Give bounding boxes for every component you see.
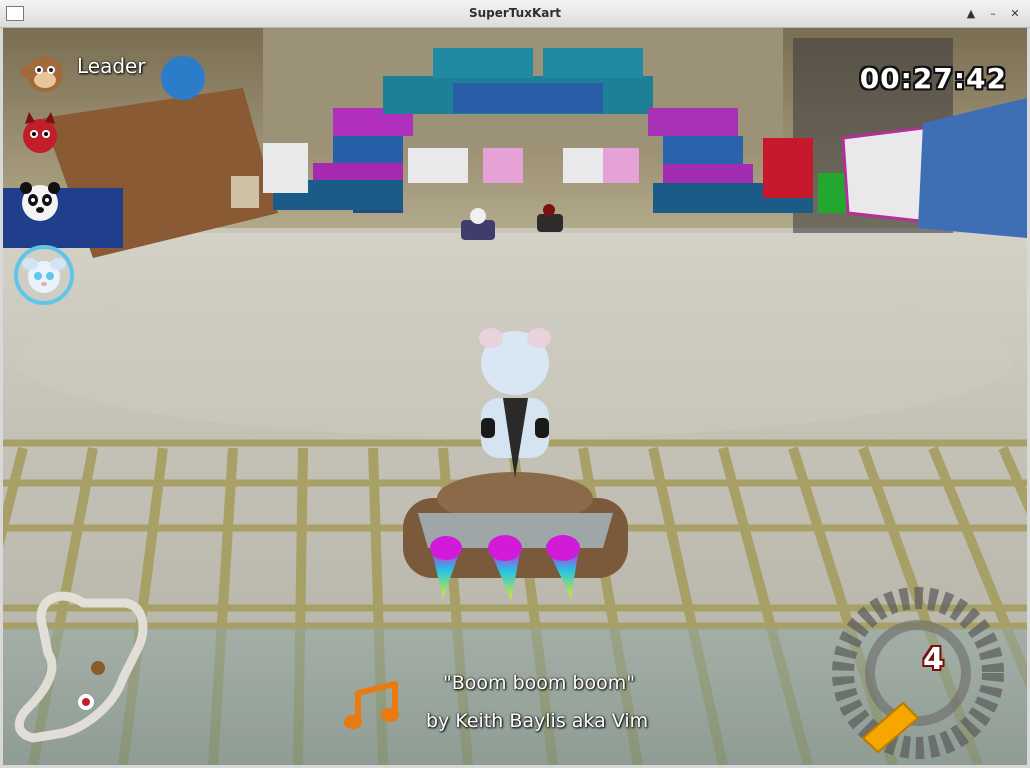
- race-scene: [3, 28, 1027, 765]
- box-label: [231, 176, 259, 208]
- speedometer-value: 4: [923, 642, 944, 677]
- minimize-icon[interactable]: –: [986, 7, 1000, 21]
- song-artist: by Keith Baylis aka Vim: [426, 710, 649, 732]
- player-avatar-icon: [14, 245, 74, 305]
- race-timer: 00:27:42: [859, 62, 1007, 95]
- devil-icon: [23, 112, 57, 153]
- left-globe: [161, 56, 205, 100]
- up-arrow-icon[interactable]: ▲: [964, 7, 978, 21]
- close-icon[interactable]: ✕: [1008, 7, 1022, 21]
- leader-label: Leader: [77, 54, 146, 78]
- window-title: SuperTuxKart: [468, 6, 562, 20]
- song-title: "Boom boom boom": [443, 672, 635, 694]
- game-viewport[interactable]: Leader 00:27:42 "Boom boom boom" by Keit…: [3, 28, 1027, 765]
- window-controls: ▲ – ✕: [964, 7, 1022, 21]
- monkey-icon: [20, 56, 63, 92]
- minimap-monkey-marker: [91, 661, 105, 675]
- window-titlebar: SuperTuxKart ▲ – ✕: [0, 0, 1030, 28]
- minimap-player-marker: [78, 694, 94, 710]
- panda-icon: [20, 182, 60, 221]
